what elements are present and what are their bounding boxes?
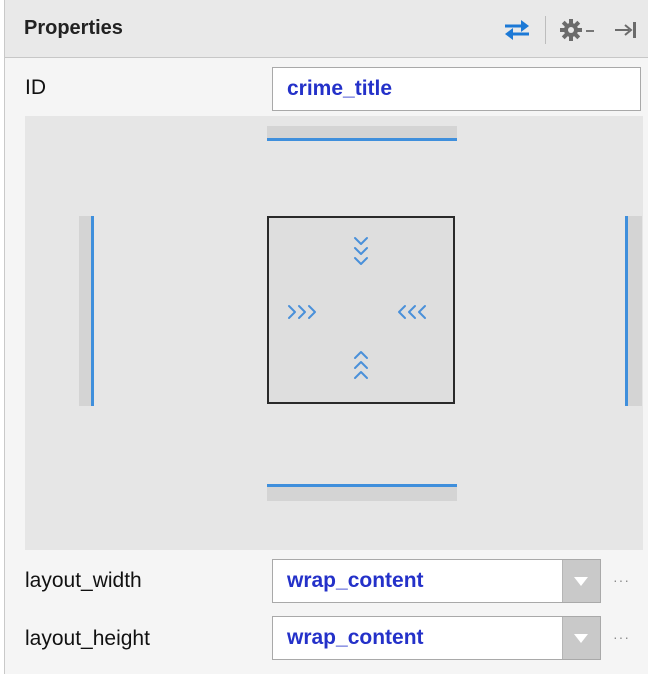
height-wrap-top-arrows [354, 237, 368, 265]
width-wrap-right-arrows [398, 305, 426, 319]
dropdown-caret-icon[interactable] [586, 24, 596, 42]
id-field[interactable]: crime_title [272, 67, 641, 111]
layout-width-value: wrap_content [287, 569, 424, 592]
properties-panel: Properties ID crime_title layout_width w… [4, 0, 648, 674]
layout-height-select[interactable]: wrap_content [272, 616, 601, 660]
chevron-down-icon[interactable] [562, 560, 600, 602]
gear-icon[interactable] [558, 16, 584, 49]
chevron-down-icon[interactable] [562, 617, 600, 659]
layout-height-value: wrap_content [287, 626, 424, 649]
id-label: ID [25, 76, 46, 99]
layout-width-select[interactable]: wrap_content [272, 559, 601, 603]
panel-header: Properties [5, 0, 648, 58]
width-wrap-left-arrows [288, 305, 316, 319]
left-constraint-line [91, 216, 94, 406]
top-constraint-line [267, 138, 457, 141]
bottom-margin-bar[interactable] [267, 487, 457, 501]
widget-preview-box [267, 216, 455, 404]
layout-width-more-button[interactable]: ··· [613, 572, 630, 588]
constraint-inspector [25, 116, 643, 550]
pin-to-edge-icon[interactable] [613, 16, 639, 49]
right-margin-bar[interactable] [628, 216, 642, 406]
layout-height-more-button[interactable]: ··· [613, 629, 630, 645]
layout-width-label: layout_width [25, 569, 142, 592]
panel-title: Properties [24, 17, 123, 39]
swap-arrows-icon[interactable] [499, 16, 535, 49]
header-divider [545, 16, 546, 44]
height-wrap-bottom-arrows [354, 351, 368, 379]
layout-height-label: layout_height [25, 627, 150, 650]
